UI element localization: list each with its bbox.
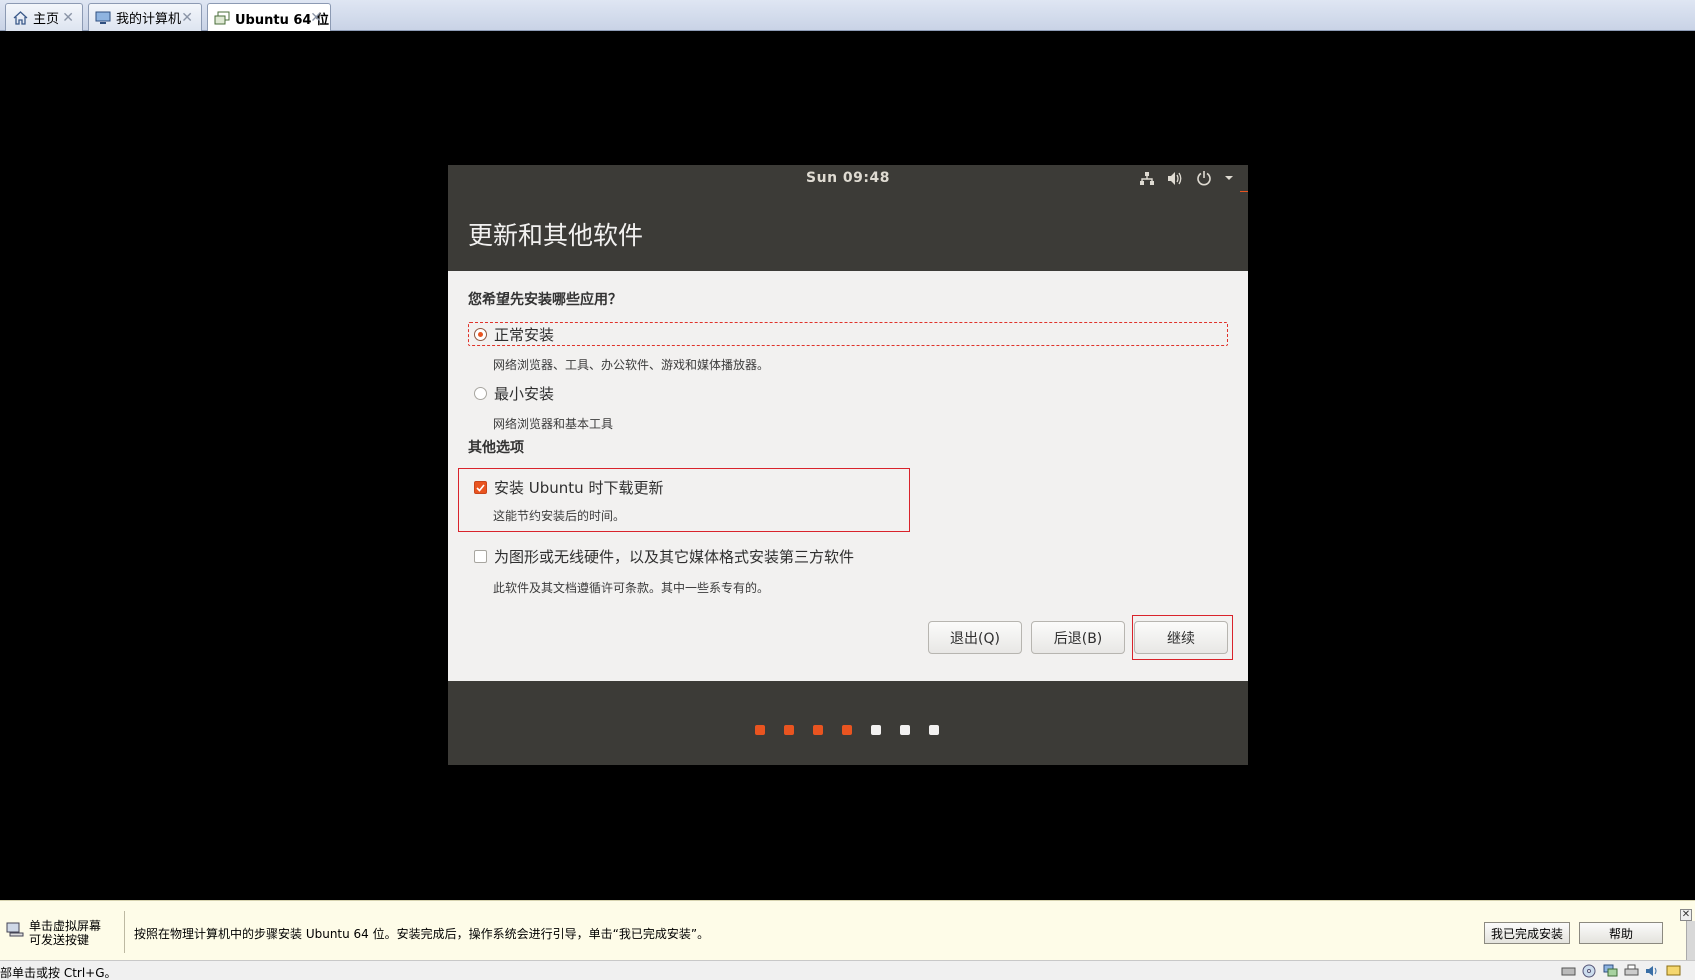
installer-content: 您希望先安装哪些应用？ 正常安装 网络浏览器、工具、办公软件、游戏和媒体播放器。… [448,271,1248,681]
progress-step-dot [784,725,794,735]
checkbox[interactable] [474,550,487,563]
chevron-down-icon[interactable] [1224,169,1234,187]
tab-label: 主页 [33,12,60,27]
volume-icon[interactable] [1167,169,1184,187]
vmware-tab-bar: 主页 ✕ 我的计算机 ✕ Ubuntu 64 位 ✕ [0,0,1695,32]
checkbox[interactable] [474,481,487,494]
tab-home[interactable]: 主页 ✕ [5,3,83,31]
installer-footer [448,681,1248,765]
scrollbar[interactable] [1686,921,1695,961]
status-bar: 部单击或按 Ctrl+G。 [0,960,1695,980]
hint-line: 可发送按键 [29,933,90,947]
normal-install-option[interactable]: 正常安装 [468,324,554,345]
network-icon[interactable] [1139,169,1155,187]
done-install-button[interactable]: 我已完成安装 [1484,922,1570,944]
message-icon[interactable] [1665,963,1681,978]
minimal-install-option[interactable]: 最小安装 [468,383,554,404]
power-icon[interactable] [1196,169,1212,187]
option-description: 网络浏览器和基本工具 [493,417,614,431]
quit-button[interactable]: 退出(Q) [928,621,1022,654]
continue-button[interactable]: 继续 [1134,621,1228,654]
page-title: 更新和其他软件 [468,221,644,250]
progress-step-dot [871,725,881,735]
divider [124,911,125,953]
option-description: 网络浏览器、工具、办公软件、游戏和媒体播放器。 [493,358,770,372]
progress-step-dot [755,725,765,735]
keyboard-icon [6,921,26,939]
apps-question: 您希望先安装哪些应用？ [468,292,622,308]
other-options-label: 其他选项 [468,440,524,456]
home-icon [12,10,28,26]
tab-label: 我的计算机 [116,12,182,27]
progress-step-dot [813,725,823,735]
tab-ubuntu-vm[interactable]: Ubuntu 64 位 ✕ [207,3,331,32]
system-tray [1139,169,1234,187]
network-adapter-icon[interactable] [1602,963,1618,978]
option-label: 安装 Ubuntu 时下载更新 [494,479,664,497]
status-text: 部单击或按 Ctrl+G。 [0,966,117,980]
progress-step-dot [900,725,910,735]
printer-icon[interactable] [1623,963,1639,978]
option-label: 正常安装 [494,326,555,344]
check-icon [476,483,485,492]
sound-icon[interactable] [1644,963,1660,978]
vmware-hint-bar: 单击虚拟屏幕 可发送按键 按照在物理计算机中的步骤安装 Ubuntu 64 位。… [0,900,1695,961]
hint-line: 单击虚拟屏幕 [29,919,102,933]
tab-my-computer[interactable]: 我的计算机 ✕ [88,3,202,31]
progress-step-dot [929,725,939,735]
hdd-icon[interactable] [1560,963,1576,978]
progress-step-dot [842,725,852,735]
installer-header: 更新和其他软件 [448,192,1248,271]
close-icon[interactable]: ✕ [62,10,74,26]
radio-button[interactable] [474,328,487,341]
computer-icon [95,10,111,26]
focus-indicator [468,322,1228,346]
hint-message: 按照在物理计算机中的步骤安装 Ubuntu 64 位。安装完成后，操作系统会进行… [134,927,710,941]
close-icon[interactable]: ✕ [181,10,193,26]
ubuntu-installer-window: Sun 09:48 更新和其他软件 您希望先安装哪些应用？ 正常安装 网络浏览器… [448,165,1248,765]
download-updates-option[interactable]: 安装 Ubuntu 时下载更新 [468,477,663,498]
ubuntu-top-panel: Sun 09:48 [448,165,1248,193]
option-label: 最小安装 [494,385,555,403]
clock[interactable]: Sun 09:48 [448,170,1248,186]
close-icon[interactable]: ✕ [1680,909,1692,921]
cdrom-icon[interactable] [1581,963,1597,978]
device-icons [1560,963,1681,978]
option-description: 此软件及其文档遵循许可条款。其中一些系专有的。 [493,581,770,595]
radio-button[interactable] [474,387,487,400]
hint-click-screen: 单击虚拟屏幕 可发送按键 [29,919,101,947]
help-button[interactable]: 帮助 [1579,922,1663,944]
back-button[interactable]: 后退(B) [1031,621,1125,654]
option-label: 为图形或无线硬件，以及其它媒体格式安装第三方软件 [494,548,855,566]
third-party-option[interactable]: 为图形或无线硬件，以及其它媒体格式安装第三方软件 [468,546,854,567]
close-icon[interactable]: ✕ [310,10,322,26]
option-description: 这能节约安装后的时间。 [493,509,626,523]
vm-icon [214,10,230,26]
progress-dots [755,725,939,735]
